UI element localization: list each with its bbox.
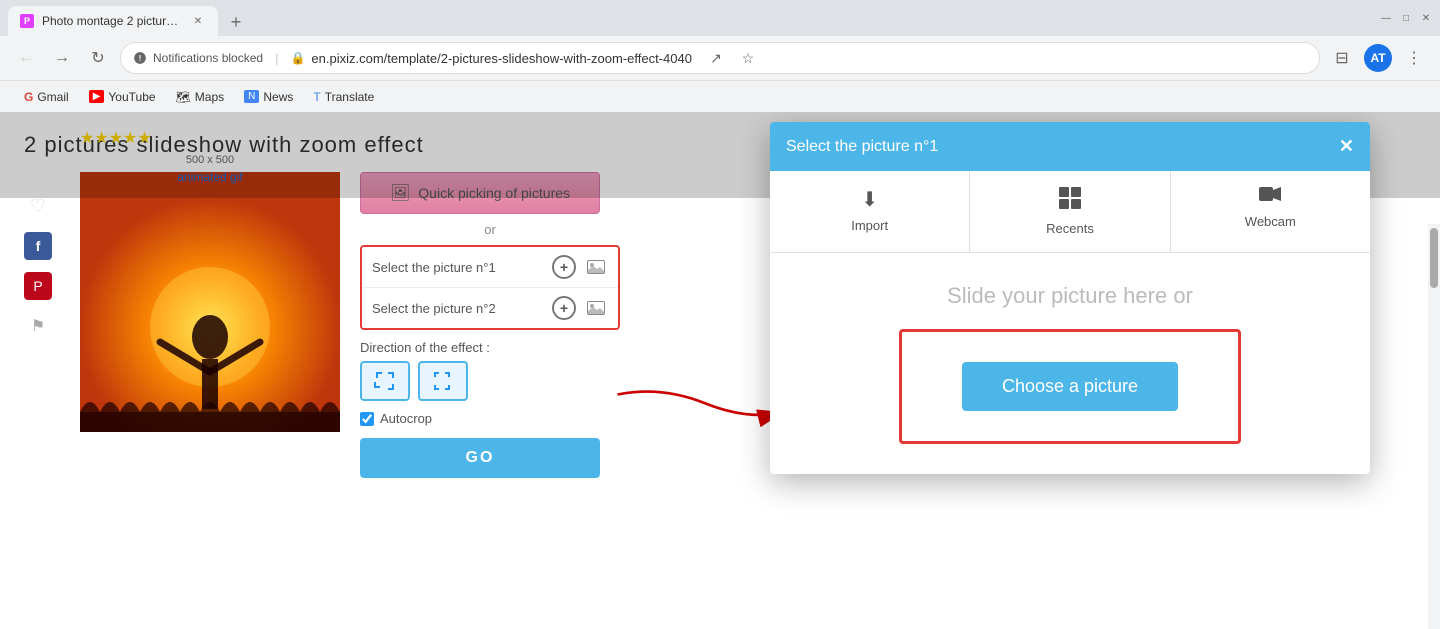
address-bar-row: ← → ↻ Notifications blocked | 🔒 en.pixiz…: [0, 36, 1440, 80]
back-button[interactable]: ←: [12, 44, 40, 72]
tab-close-button[interactable]: ✕: [190, 13, 206, 29]
bookmark-news[interactable]: N News: [236, 86, 301, 108]
social-sidebar: ♡ f P ⚑: [24, 192, 52, 340]
tab-search-button[interactable]: ⊟: [1328, 44, 1356, 72]
modal-tab-webcam[interactable]: Webcam: [1171, 171, 1370, 252]
modal-title: Select the picture n°1: [786, 138, 938, 156]
picture-select-box: Select the picture n°1 + Select the pict…: [360, 245, 620, 330]
bookmark-maps[interactable]: 🗺 Maps: [168, 86, 233, 108]
slide-text: Slide your picture here or: [947, 283, 1193, 309]
notification-blocked-text: Notifications blocked: [153, 51, 263, 65]
or-text: or: [360, 222, 620, 237]
tab-favicon: P: [20, 14, 34, 28]
notification-blocked-icon: [133, 51, 147, 65]
modal-close-button[interactable]: ✕: [1339, 136, 1354, 157]
bookmark-translate[interactable]: T Translate: [305, 86, 382, 108]
modal-tab-recents[interactable]: Recents: [970, 171, 1170, 252]
picture-row-1: Select the picture n°1 +: [362, 247, 618, 288]
add-picture-1-button[interactable]: +: [552, 255, 576, 279]
translate-icon: T: [313, 90, 320, 104]
gallery-1-button[interactable]: [584, 255, 608, 279]
modal-header: Select the picture n°1 ✕: [770, 122, 1370, 171]
youtube-label: YouTube: [108, 90, 155, 104]
recents-label: Recents: [1046, 221, 1094, 236]
gmail-label: Gmail: [37, 90, 68, 104]
bookmark-gmail[interactable]: G Gmail: [16, 86, 77, 108]
preview-image: [80, 172, 340, 432]
close-button[interactable]: ✕: [1420, 12, 1432, 24]
modal-dialog: Select the picture n°1 ✕ ⬇ Import: [770, 122, 1370, 474]
share-button[interactable]: ↗: [702, 44, 730, 72]
main-area: 2 pictures slideshow with zoom effect ♡ …: [0, 112, 1440, 198]
direction-btn-compress[interactable]: [418, 361, 468, 401]
picture-1-label: Select the picture n°1: [372, 260, 544, 275]
controls-panel: 🖼 Quick picking of pictures or Select th…: [360, 172, 620, 478]
choose-picture-button[interactable]: Choose a picture: [962, 362, 1178, 411]
add-picture-2-button[interactable]: +: [552, 296, 576, 320]
picture-row-2: Select the picture n°2 +: [362, 288, 618, 328]
autocrop-checkbox[interactable]: [360, 412, 374, 426]
bookmark-star-button[interactable]: ☆: [734, 44, 762, 72]
import-label: Import: [851, 218, 888, 233]
maps-label: Maps: [195, 90, 224, 104]
go-button[interactable]: GO: [360, 438, 600, 478]
minimize-button[interactable]: —: [1380, 12, 1392, 24]
facebook-icon[interactable]: f: [24, 232, 52, 260]
url-text: en.pixiz.com/template/2-pictures-slidesh…: [311, 51, 692, 66]
scrollbar[interactable]: [1428, 224, 1440, 629]
direction-label: Direction of the effect :: [360, 340, 620, 355]
recents-icon: [1059, 187, 1081, 215]
webcam-icon: [1259, 187, 1281, 208]
picture-2-label: Select the picture n°2: [372, 301, 544, 316]
forward-button[interactable]: →: [48, 44, 76, 72]
autocrop-label: Autocrop: [380, 411, 432, 426]
active-tab[interactable]: P Photo montage 2 pictures slides ✕: [8, 6, 218, 36]
pinterest-icon[interactable]: P: [24, 272, 52, 300]
bookmark-youtube[interactable]: ▶ YouTube: [81, 86, 164, 108]
browser-titlebar: P Photo montage 2 pictures slides ✕ + — …: [0, 0, 1440, 36]
address-bar[interactable]: Notifications blocked | 🔒 en.pixiz.com/t…: [120, 42, 1320, 74]
browser-menu-button[interactable]: ⋮: [1400, 44, 1428, 72]
window-controls: — □ ✕: [1380, 12, 1432, 24]
tab-title: Photo montage 2 pictures slides: [42, 14, 182, 28]
webcam-label: Webcam: [1245, 214, 1296, 229]
translate-label: Translate: [325, 90, 375, 104]
news-icon: N: [244, 90, 259, 103]
import-icon: ⬇: [861, 187, 878, 212]
youtube-icon: ▶: [89, 90, 105, 103]
maximize-button[interactable]: □: [1400, 12, 1412, 24]
maps-icon: 🗺: [176, 90, 191, 104]
direction-buttons: [360, 361, 620, 401]
scrollbar-thumb[interactable]: [1430, 228, 1438, 288]
bookmarks-bar: G Gmail ▶ YouTube 🗺 Maps N News T Transl…: [0, 80, 1440, 112]
modal-tab-import[interactable]: ⬇ Import: [770, 171, 970, 252]
gmail-icon: G: [24, 90, 33, 104]
news-label: News: [263, 90, 293, 104]
drop-zone[interactable]: Choose a picture: [899, 329, 1241, 444]
address-actions: ↗ ☆: [702, 44, 762, 72]
page-content: 2 pictures slideshow with zoom effect ♡ …: [0, 112, 1440, 629]
autocrop-row: Autocrop: [360, 411, 620, 426]
gallery-2-button[interactable]: [584, 296, 608, 320]
refresh-button[interactable]: ↻: [84, 44, 112, 72]
new-tab-button[interactable]: +: [222, 8, 250, 36]
modal-tabs: ⬇ Import Recents: [770, 171, 1370, 253]
flag-icon[interactable]: ⚑: [24, 312, 52, 340]
lock-icon: 🔒: [290, 51, 305, 65]
direction-btn-expand[interactable]: [360, 361, 410, 401]
tab-bar: P Photo montage 2 pictures slides ✕ +: [8, 0, 250, 36]
modal-body: Slide your picture here or Choose a pict…: [770, 253, 1370, 474]
profile-button[interactable]: AT: [1364, 44, 1392, 72]
